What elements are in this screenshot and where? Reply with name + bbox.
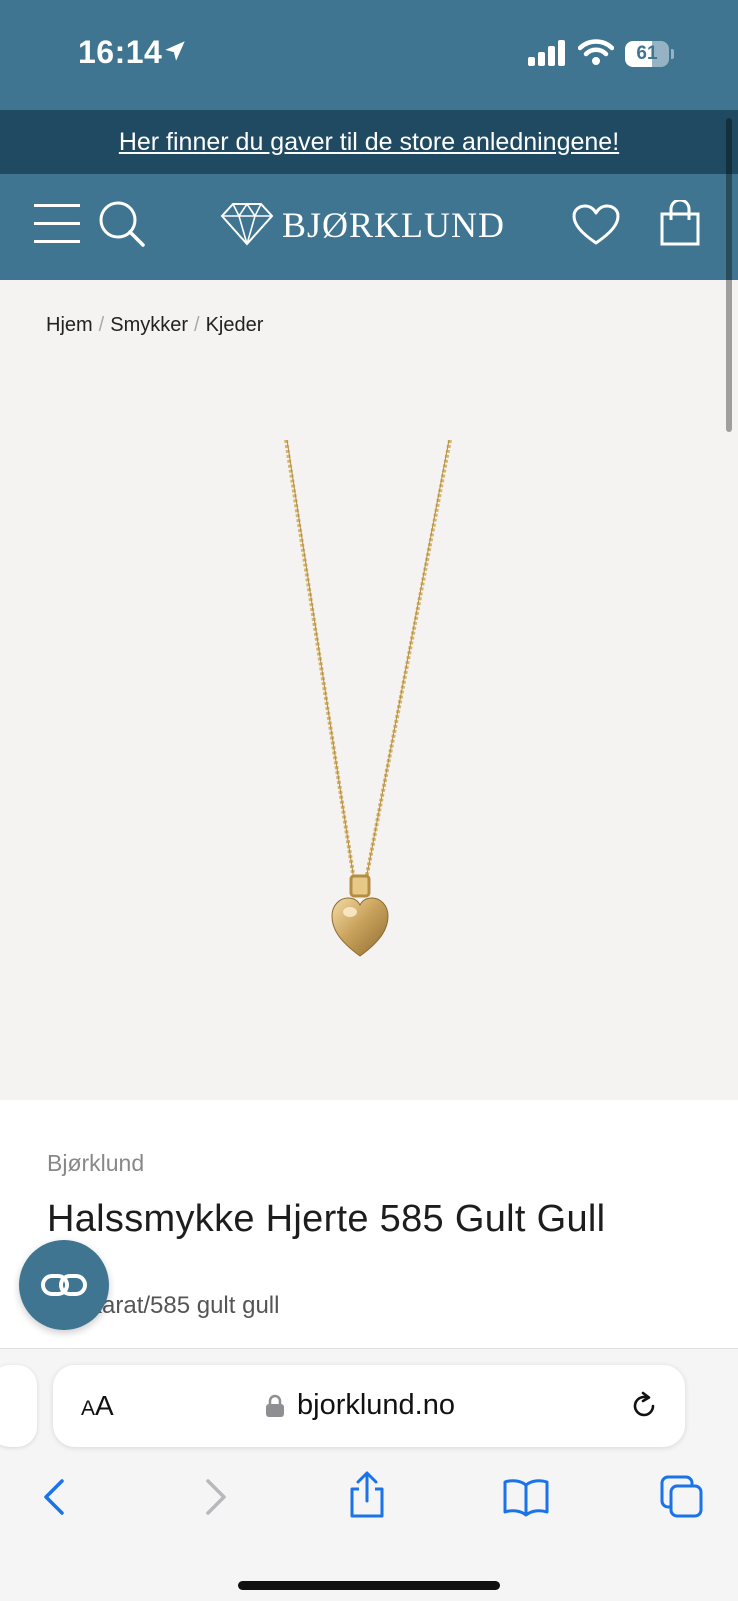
status-bar: 16:14 61 [0,0,738,110]
home-indicator [238,1581,500,1590]
reload-icon[interactable] [629,1391,659,1421]
location-arrow-icon [165,41,185,61]
breadcrumb-separator: / [98,314,105,336]
scroll-indicator [726,118,732,432]
tabs-icon[interactable] [660,1475,704,1519]
logo-text[interactable]: BJØRKLUND [282,204,505,246]
breadcrumb-separator: / [194,314,200,336]
back-icon[interactable] [40,1477,70,1517]
bookmarks-icon[interactable] [502,1477,550,1517]
product-brand[interactable]: Bjørklund [47,1150,144,1177]
breadcrumb: Hjem / Smykker / Kjeder [46,314,263,337]
battery-level: 61 [636,43,658,64]
chat-link-icon [41,1274,87,1296]
wifi-icon [578,39,614,65]
product-spec: karat/585 gult gull [90,1292,280,1319]
diamond-logo-icon[interactable] [220,202,274,246]
status-time: 16:14 [78,34,163,70]
product-info: Bjørklund Halssmykke Hjerte 585 Gult Gul… [0,1100,738,1350]
promo-banner-link[interactable]: Her finner du gaver til de store anledni… [0,110,738,174]
forward-icon[interactable] [200,1477,230,1517]
share-icon[interactable] [347,1471,387,1519]
product-gallery[interactable]: Hjem / Smykker / Kjeder [0,280,738,1100]
heart-icon[interactable] [572,204,620,246]
lock-icon [266,1394,284,1417]
search-icon[interactable] [98,200,146,248]
breadcrumb-item-smykker[interactable]: Smykker [110,314,188,336]
site-header: BJØRKLUND [0,174,738,280]
battery-icon: 61 [625,41,674,67]
cellular-signal-icon [528,40,565,66]
browser-toolbar: AA bjorklund.no [0,1348,738,1601]
shopping-bag-icon[interactable] [660,200,700,246]
breadcrumb-item-kjeder[interactable]: Kjeder [206,314,264,336]
product-image-gold-heart-necklace[interactable] [250,440,480,980]
chat-button[interactable] [19,1240,109,1330]
breadcrumb-item-hjem[interactable]: Hjem [46,314,93,336]
previous-tab-preview[interactable] [0,1365,37,1447]
product-title: Halssmykke Hjerte 585 Gult Gull [47,1198,606,1240]
text-size-button[interactable]: AA [81,1390,114,1422]
url-text[interactable]: bjorklund.no [297,1389,455,1422]
address-bar[interactable]: AA bjorklund.no [53,1365,685,1447]
menu-icon[interactable] [34,202,80,246]
